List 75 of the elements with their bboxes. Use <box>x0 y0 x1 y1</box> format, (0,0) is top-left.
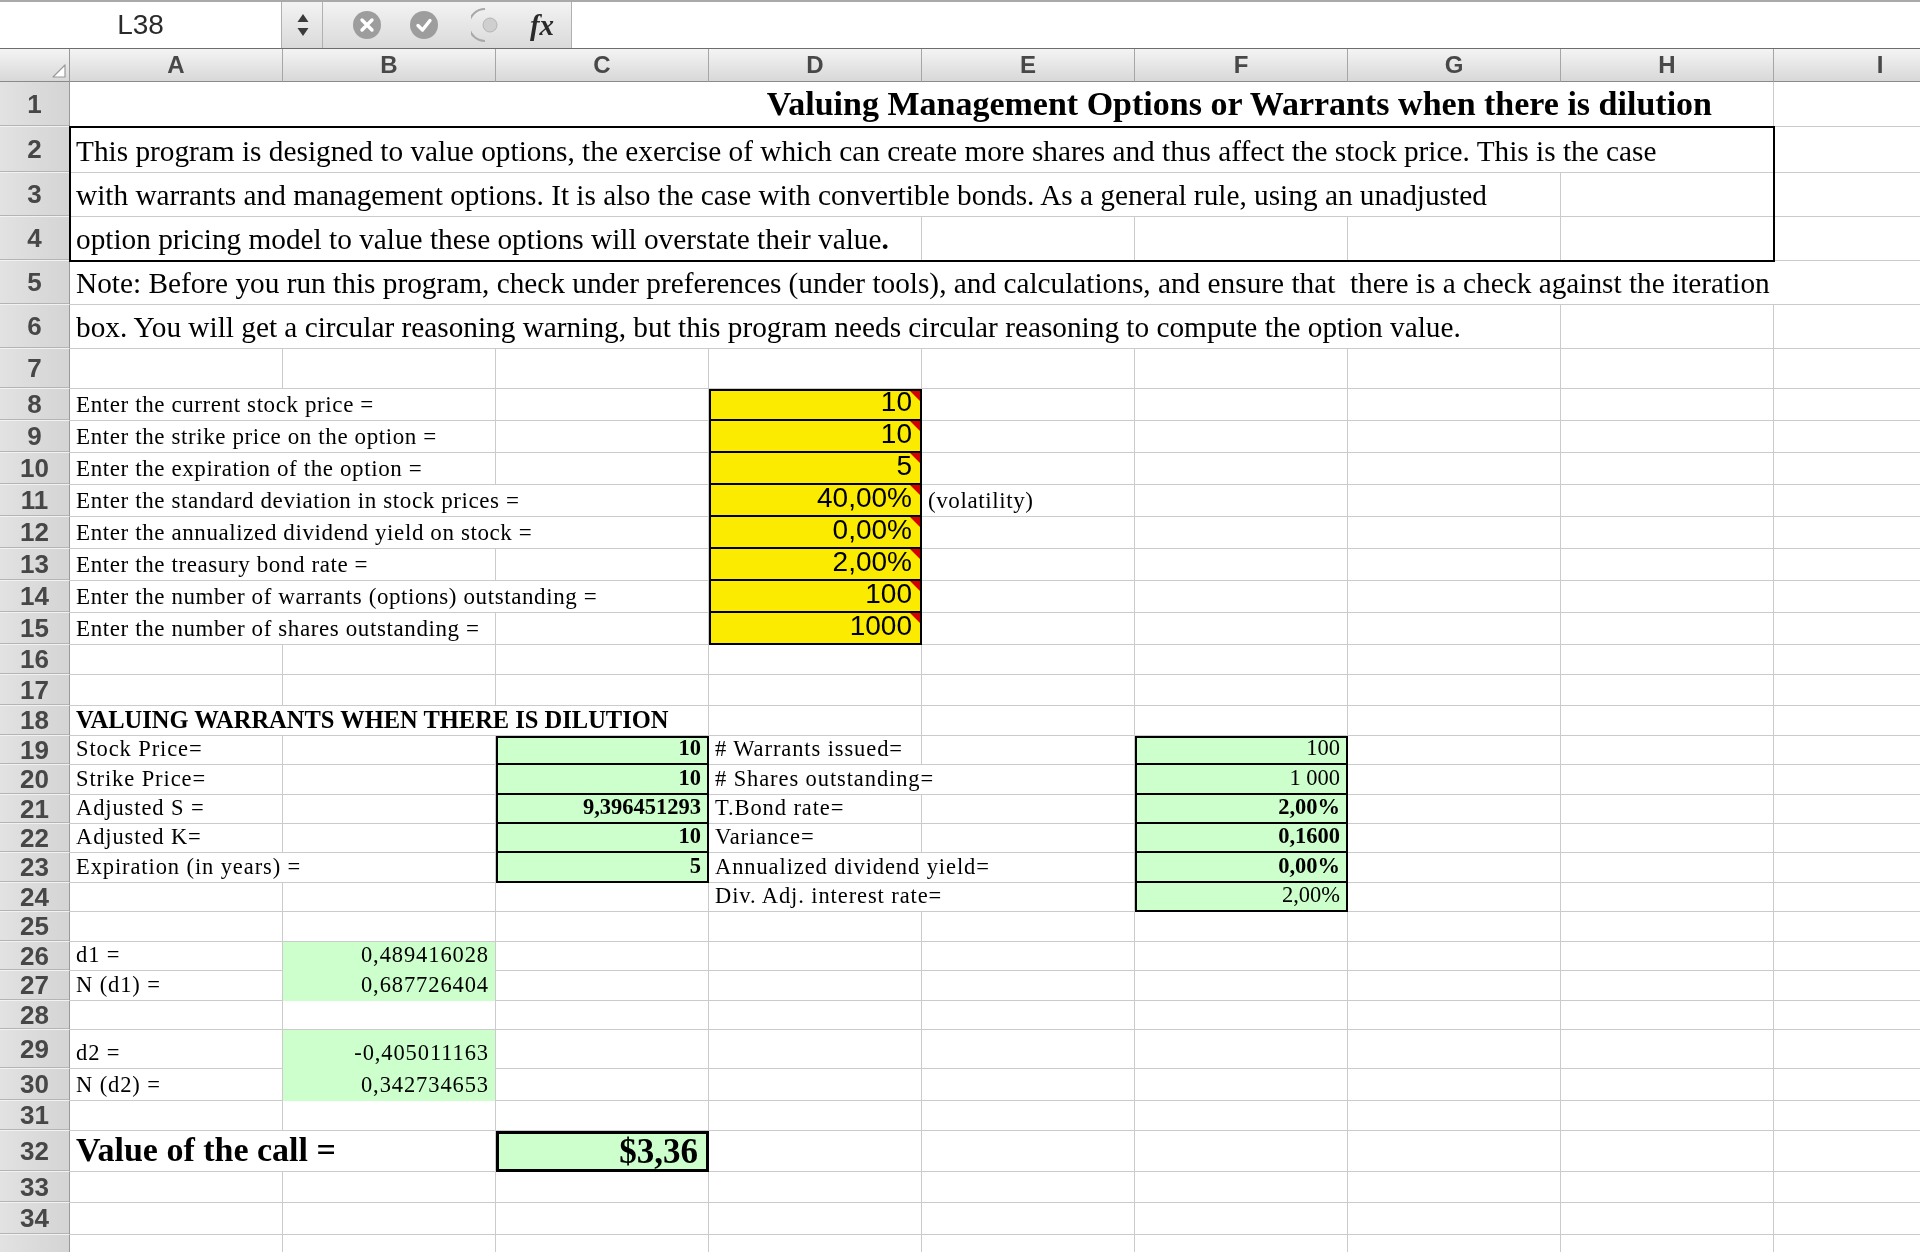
input-cell[interactable]: 100 <box>709 581 922 613</box>
row-header[interactable]: 30 <box>0 1069 70 1101</box>
row-header[interactable]: 19 <box>0 736 70 765</box>
result-cell: $3,36 <box>496 1131 709 1172</box>
row-header[interactable]: 18 <box>0 706 70 736</box>
formula-field[interactable] <box>571 2 1920 48</box>
output-cell: 5 <box>496 853 709 883</box>
row-header[interactable]: 7 <box>0 349 70 389</box>
row-header[interactable]: 9 <box>0 421 70 453</box>
output-cell: 10 <box>496 824 709 853</box>
row-header[interactable]: 8 <box>0 389 70 421</box>
column-header[interactable]: D <box>709 49 922 82</box>
cancel-icon[interactable] <box>353 11 381 39</box>
output-cell: 1 000 <box>1135 765 1348 795</box>
column-header[interactable]: F <box>1135 49 1348 82</box>
row-header[interactable]: 21 <box>0 795 70 824</box>
row-header[interactable]: 25 <box>0 912 70 942</box>
row-header[interactable]: 1 <box>0 82 70 127</box>
output-cell: 0,1600 <box>1135 824 1348 853</box>
select-all-button[interactable] <box>0 49 70 82</box>
row-header[interactable]: 32 <box>0 1131 70 1172</box>
row-header[interactable]: 11 <box>0 485 70 517</box>
output-cell: 2,00% <box>1135 795 1348 824</box>
row-header[interactable]: 3 <box>0 173 70 217</box>
column-header[interactable]: G <box>1348 49 1561 82</box>
column-header[interactable]: I <box>1774 49 1920 82</box>
input-cell[interactable]: 10 <box>709 389 922 421</box>
input-cell[interactable]: 10 <box>709 421 922 453</box>
input-cell[interactable]: 1000 <box>709 613 922 645</box>
input-cell[interactable]: 40,00% <box>709 485 922 517</box>
row-header[interactable]: 27 <box>0 971 70 1001</box>
row-header[interactable]: 28 <box>0 1001 70 1030</box>
output-cell: -0,405011163 <box>283 1030 496 1069</box>
row-header[interactable]: 16 <box>0 645 70 675</box>
name-box[interactable]: L38 <box>0 2 282 48</box>
row-header[interactable]: 10 <box>0 453 70 485</box>
row-header[interactable]: 20 <box>0 765 70 795</box>
row-header[interactable]: 5 <box>0 261 70 305</box>
input-cell[interactable]: 5 <box>709 453 922 485</box>
output-cell: 0,489416028 <box>283 942 496 971</box>
row-header[interactable]: 33 <box>0 1172 70 1203</box>
row-header[interactable]: 4 <box>0 217 70 261</box>
row-header[interactable]: 17 <box>0 675 70 706</box>
column-header[interactable]: A <box>70 49 283 82</box>
output-cell: 100 <box>1135 736 1348 765</box>
output-cell: 0,342734653 <box>283 1069 496 1101</box>
output-cell: 10 <box>496 736 709 765</box>
row-header[interactable]: 15 <box>0 613 70 645</box>
output-cell: 0,00% <box>1135 853 1348 883</box>
row-header[interactable]: 12 <box>0 517 70 549</box>
input-cell[interactable]: 2,00% <box>709 549 922 581</box>
row-header[interactable]: 34 <box>0 1203 70 1235</box>
row-header[interactable]: 13 <box>0 549 70 581</box>
output-cell: 2,00% <box>1135 883 1348 912</box>
column-header[interactable]: C <box>496 49 709 82</box>
row-header[interactable]: 2 <box>0 127 70 173</box>
row-header[interactable]: 31 <box>0 1101 70 1131</box>
function-button[interactable]: fx <box>520 5 564 45</box>
up-down-arrows-icon[interactable] <box>296 13 310 37</box>
row-header[interactable]: 22 <box>0 824 70 853</box>
row-header[interactable]: 14 <box>0 581 70 613</box>
row-header[interactable]: 24 <box>0 883 70 912</box>
row-header[interactable]: 23 <box>0 853 70 883</box>
output-cell: 0,687726404 <box>283 971 496 1001</box>
column-header[interactable]: B <box>283 49 496 82</box>
row-header[interactable]: 29 <box>0 1030 70 1069</box>
output-cell: 10 <box>496 765 709 795</box>
corner-triangle-icon <box>52 64 66 78</box>
output-cell: 9,396451293 <box>496 795 709 824</box>
row-header[interactable]: 6 <box>0 305 70 349</box>
input-cell[interactable]: 0,00% <box>709 517 922 549</box>
column-header[interactable]: H <box>1561 49 1774 82</box>
row-header[interactable]: 26 <box>0 942 70 971</box>
check-icon[interactable] <box>410 11 438 39</box>
column-header[interactable]: E <box>922 49 1135 82</box>
